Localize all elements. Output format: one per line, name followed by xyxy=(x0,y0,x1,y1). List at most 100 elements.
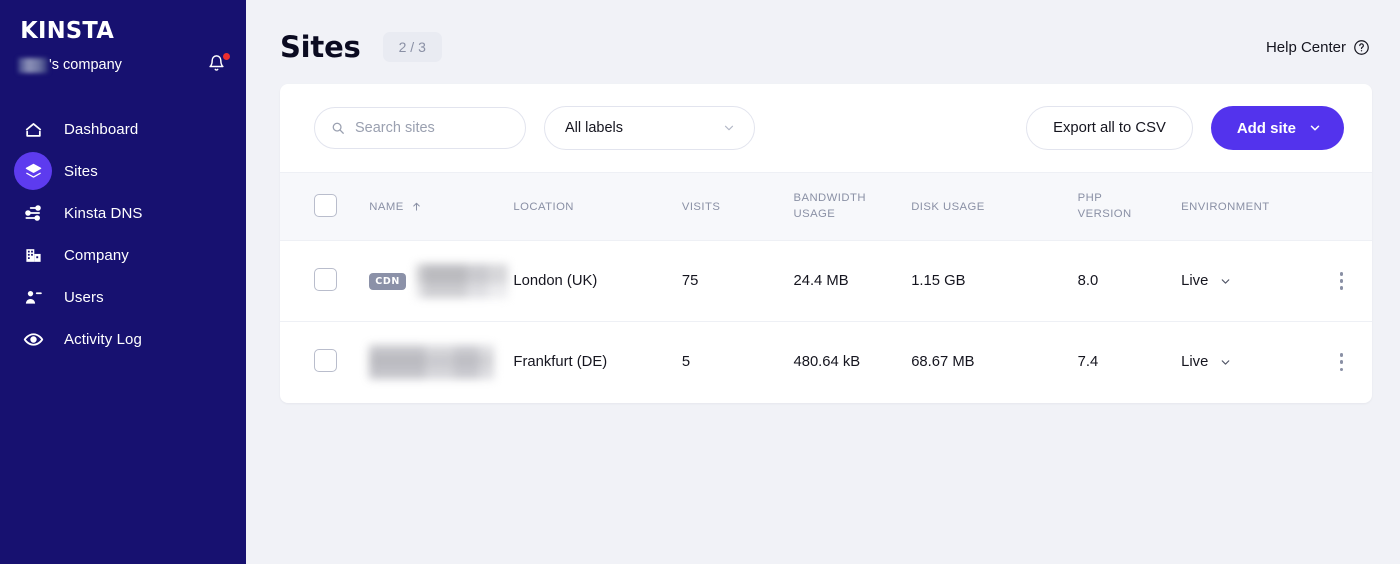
environment-select[interactable]: Live xyxy=(1181,354,1232,370)
header-php-version[interactable]: PHP VERSION xyxy=(1078,173,1182,241)
sites-toolbar: All labels Export all to CSV Add site xyxy=(280,84,1372,172)
notification-dot xyxy=(223,53,230,60)
row-bandwidth: 480.64 kB xyxy=(793,322,911,403)
header-name[interactable]: NAME xyxy=(369,173,513,241)
sidebar-label-activity-log: Activity Log xyxy=(64,331,142,348)
sidebar-item-company[interactable]: Company xyxy=(0,234,246,276)
row-php-version: 8.0 xyxy=(1078,241,1182,322)
select-all-checkbox[interactable] xyxy=(314,194,337,217)
eye-icon xyxy=(14,320,52,358)
header-bandwidth-line1: BANDWIDTH xyxy=(793,191,911,206)
sites-table-head: NAME LOCATION VISITS BANDWIDTH USAG xyxy=(280,173,1372,241)
table-row[interactable]: Frankfurt (DE) 5 480.64 kB 68.67 MB 7.4 … xyxy=(280,322,1372,403)
table-row[interactable]: CDN London (UK) 75 24.4 MB 1.15 GB 8.0 L… xyxy=(280,241,1372,322)
chevron-down-icon xyxy=(1219,356,1232,369)
environment-value: Live xyxy=(1181,273,1208,289)
sidebar-item-activity-log[interactable]: Activity Log xyxy=(0,318,246,360)
company-row[interactable]: 's company xyxy=(0,44,246,76)
row-bandwidth: 24.4 MB xyxy=(793,241,911,322)
sites-table-body: CDN London (UK) 75 24.4 MB 1.15 GB 8.0 L… xyxy=(280,241,1372,403)
cdn-badge: CDN xyxy=(369,273,406,290)
notifications-button[interactable] xyxy=(208,54,228,76)
header-location[interactable]: LOCATION xyxy=(513,173,681,241)
row-visits: 75 xyxy=(682,241,794,322)
sidebar-item-users[interactable]: Users xyxy=(0,276,246,318)
redacted-site-name xyxy=(369,345,494,379)
row-actions-cell xyxy=(1311,241,1372,322)
row-checkbox[interactable] xyxy=(314,349,337,372)
row-checkbox[interactable] xyxy=(314,268,337,291)
row-select-cell xyxy=(280,322,369,403)
sidebar-item-sites[interactable]: Sites xyxy=(0,150,246,192)
chevron-down-icon xyxy=(722,121,736,135)
header-php-line1: PHP xyxy=(1078,191,1182,206)
header-environment[interactable]: ENVIRONMENT xyxy=(1181,173,1311,241)
toolbar-actions: Export all to CSV Add site xyxy=(1026,106,1344,150)
sidebar-label-kinsta-dns: Kinsta DNS xyxy=(64,205,143,222)
row-php-version: 7.4 xyxy=(1078,322,1182,403)
title-wrap: Sites 2 / 3 xyxy=(280,30,442,64)
labels-filter-select[interactable]: All labels xyxy=(544,106,755,150)
site-count-badge: 2 / 3 xyxy=(383,32,442,62)
sidebar-label-users: Users xyxy=(64,289,104,306)
help-center-label: Help Center xyxy=(1266,39,1346,56)
help-center-link[interactable]: Help Center xyxy=(1266,39,1372,56)
layers-icon xyxy=(14,152,52,190)
search-sites-box[interactable] xyxy=(314,107,526,149)
sites-card: All labels Export all to CSV Add site xyxy=(280,84,1372,403)
redacted-site-name xyxy=(416,264,508,298)
header-bandwidth-usage[interactable]: BANDWIDTH USAGE xyxy=(793,173,911,241)
export-csv-button[interactable]: Export all to CSV xyxy=(1026,106,1193,150)
header-visits[interactable]: VISITS xyxy=(682,173,794,241)
header-name-label: NAME xyxy=(369,201,403,213)
row-select-cell xyxy=(280,241,369,322)
header-select-all xyxy=(280,173,369,241)
page-header: Sites 2 / 3 Help Center xyxy=(246,0,1400,76)
row-visits: 5 xyxy=(682,322,794,403)
question-circle-icon xyxy=(1353,39,1370,56)
row-location: Frankfurt (DE) xyxy=(513,322,681,403)
labels-filter-value: All labels xyxy=(565,120,623,136)
search-icon xyxy=(331,121,345,135)
building-icon xyxy=(14,236,52,274)
company-name-suffix: 's company xyxy=(49,57,122,73)
home-icon xyxy=(14,110,52,148)
sort-ascending-icon xyxy=(411,201,422,212)
sidebar-item-dashboard[interactable]: Dashboard xyxy=(0,108,246,150)
add-site-label: Add site xyxy=(1237,120,1296,137)
environment-select[interactable]: Live xyxy=(1181,273,1232,289)
sidebar-item-kinsta-dns[interactable]: Kinsta DNS xyxy=(0,192,246,234)
header-actions xyxy=(1311,173,1372,241)
row-name-cell xyxy=(369,322,513,403)
chevron-down-icon xyxy=(1219,275,1232,288)
table-header-row: NAME LOCATION VISITS BANDWIDTH USAG xyxy=(280,173,1372,241)
sidebar-label-sites: Sites xyxy=(64,163,98,180)
row-disk-usage: 1.15 GB xyxy=(911,241,1077,322)
row-environment-cell: Live xyxy=(1181,322,1311,403)
row-environment-cell: Live xyxy=(1181,241,1311,322)
chevron-down-icon xyxy=(1308,121,1322,135)
sidebar-nav: Dashboard Sites xyxy=(0,108,246,360)
row-name-cell: CDN xyxy=(369,241,513,322)
app-root: KINSTA 's company xyxy=(0,0,1400,564)
search-input[interactable] xyxy=(355,120,509,136)
sidebar-label-dashboard: Dashboard xyxy=(64,121,138,138)
row-disk-usage: 68.67 MB xyxy=(911,322,1077,403)
kinsta-logo: KINSTA xyxy=(20,18,243,44)
redacted-company-name xyxy=(18,58,48,73)
header-disk-usage[interactable]: DISK USAGE xyxy=(911,173,1077,241)
row-actions-cell xyxy=(1311,322,1372,403)
environment-value: Live xyxy=(1181,354,1208,370)
user-minus-icon xyxy=(14,278,52,316)
page-title: Sites xyxy=(280,30,361,64)
header-php-line2: VERSION xyxy=(1078,207,1182,222)
dns-nodes-icon xyxy=(14,194,52,232)
kebab-menu-icon[interactable] xyxy=(1311,272,1372,290)
kebab-menu-icon[interactable] xyxy=(1311,353,1372,371)
company-name: 's company xyxy=(18,57,122,73)
sites-table: NAME LOCATION VISITS BANDWIDTH USAG xyxy=(280,172,1372,403)
row-location: London (UK) xyxy=(513,241,681,322)
sidebar: KINSTA 's company xyxy=(0,0,246,564)
add-site-button[interactable]: Add site xyxy=(1211,106,1344,150)
header-bandwidth-line2: USAGE xyxy=(793,207,911,222)
